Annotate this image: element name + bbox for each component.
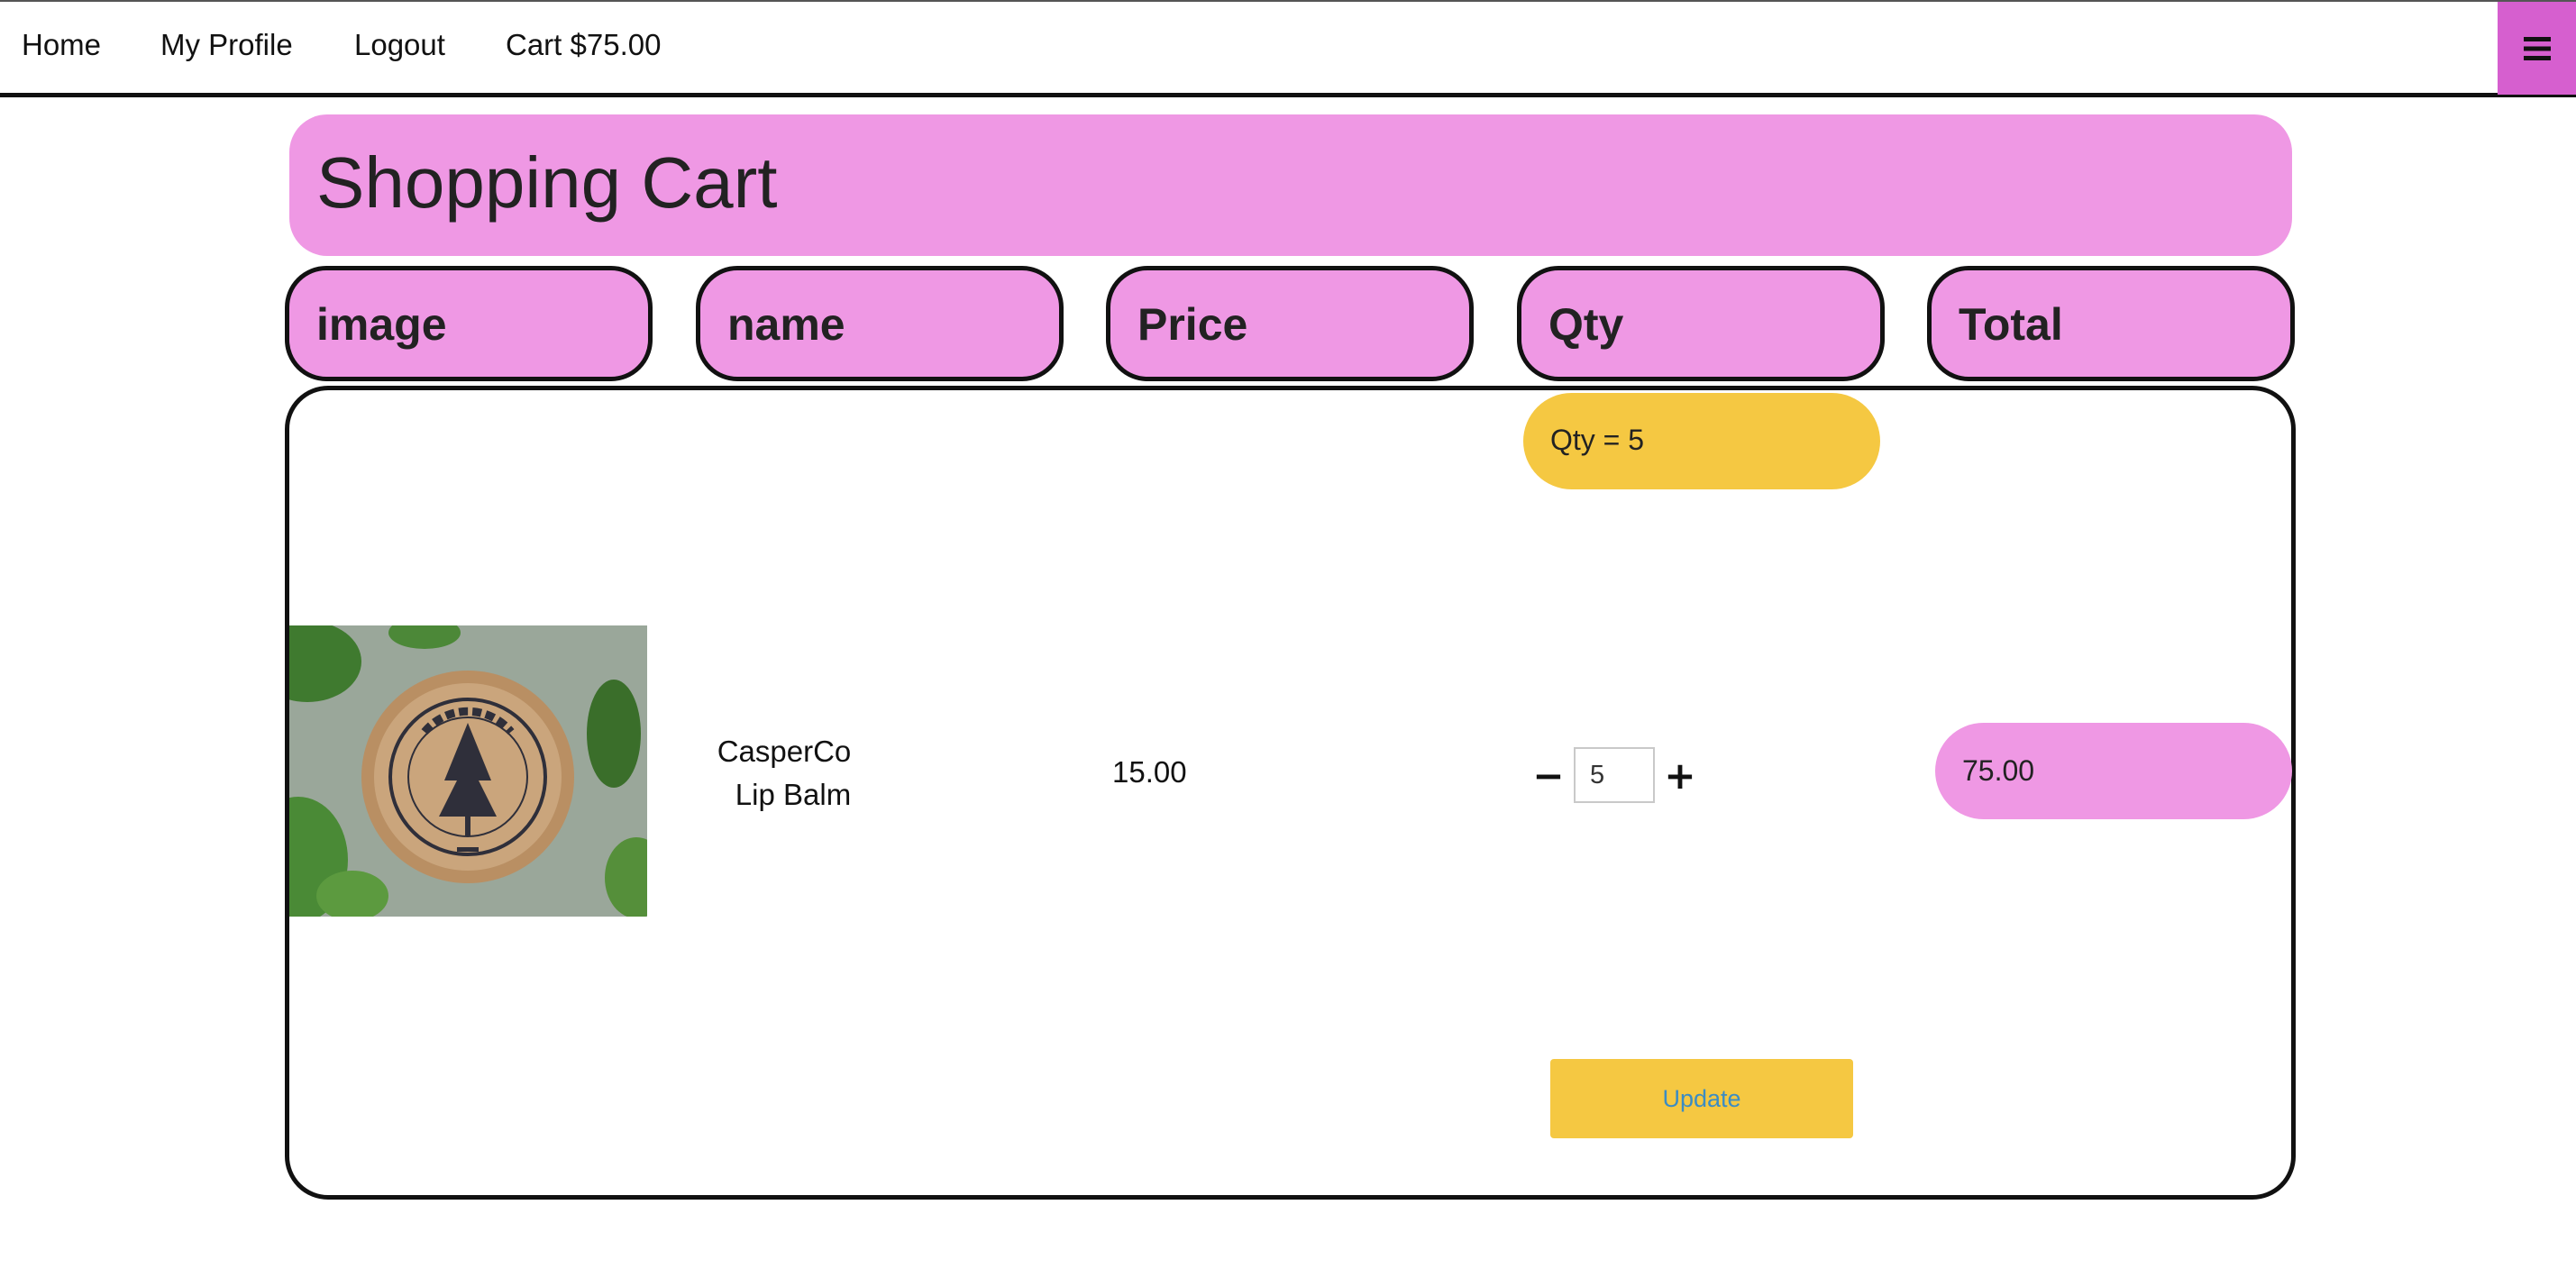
product-image: [289, 625, 647, 917]
top-navigation: Home My Profile Logout Cart $75.00: [0, 0, 2576, 97]
line-total-value: 75.00: [1962, 754, 2035, 787]
decrease-qty-button[interactable]: −: [1532, 747, 1564, 803]
line-total: 75.00: [1935, 723, 2292, 819]
update-button[interactable]: Update: [1550, 1059, 1853, 1138]
page-title-bar: Shopping Cart: [289, 114, 2292, 256]
column-header-qty: Qty: [1517, 266, 1885, 381]
product-name-line1: CasperCo: [717, 735, 852, 768]
increase-qty-button[interactable]: +: [1664, 747, 1695, 803]
product-name-line2: Lip Balm: [735, 778, 852, 811]
product-name: CasperCo Lip Balm: [685, 730, 883, 817]
qty-badge: Qty = 5: [1523, 393, 1880, 489]
nav-link-my-profile[interactable]: My Profile: [160, 28, 293, 62]
column-header-price: Price: [1106, 266, 1474, 381]
column-header-label: Price: [1137, 299, 1248, 350]
quantity-stepper: − +: [1532, 747, 1696, 803]
product-price: 15.00: [1112, 755, 1187, 789]
hamburger-icon: [2523, 36, 2551, 60]
quantity-input[interactable]: [1574, 747, 1655, 803]
column-header-total: Total: [1927, 266, 2295, 381]
column-header-label: Total: [1959, 299, 2063, 350]
column-header-image: image: [285, 266, 653, 381]
page-title: Shopping Cart: [316, 142, 778, 223]
qty-badge-label: Qty = 5: [1550, 424, 1645, 456]
nav-link-cart[interactable]: Cart $75.00: [506, 28, 661, 62]
nav-link-logout[interactable]: Logout: [354, 28, 445, 62]
column-header-label: Qty: [1548, 299, 1624, 350]
nav-link-home[interactable]: Home: [22, 28, 101, 62]
menu-button[interactable]: [2498, 2, 2576, 95]
column-header-label: name: [727, 299, 845, 350]
column-header-name: name: [696, 266, 1064, 381]
column-header-label: image: [316, 299, 447, 350]
